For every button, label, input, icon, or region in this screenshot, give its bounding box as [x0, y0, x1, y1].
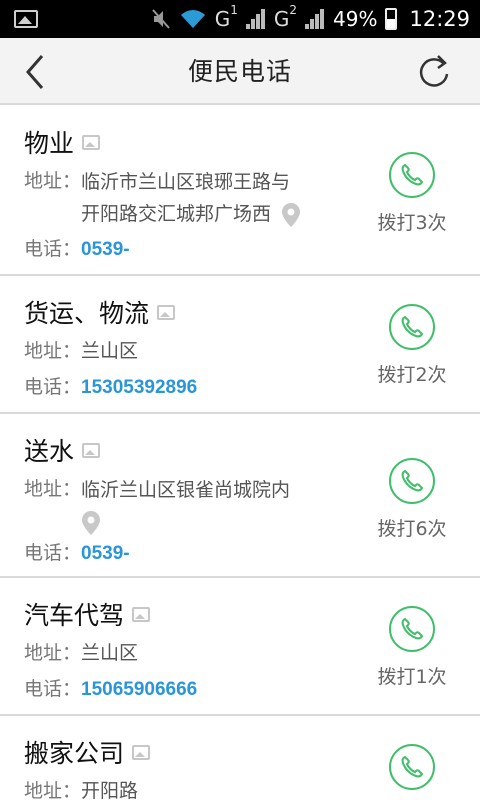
address-value: 临沂兰山区银雀尚城院内: [81, 474, 321, 538]
call-action[interactable]: 拨打6次: [374, 458, 450, 541]
phone-number[interactable]: 0539-: [81, 239, 130, 260]
address-row: 地址：兰山区: [24, 336, 138, 363]
address-label: 地址：: [24, 642, 82, 664]
phone-icon: [401, 755, 424, 778]
call-button[interactable]: [389, 458, 435, 504]
phone-icon: [401, 315, 424, 338]
list-item[interactable]: 物业 地址： 临沂市兰山区琅琊王路与 开阳路交汇城邦广场西 电话：0539- 拨…: [0, 106, 480, 276]
app-header: 便民电话: [0, 38, 480, 105]
address-value: 开阳路: [81, 780, 139, 800]
call-count: 拨打6次: [377, 518, 447, 540]
image-icon: [82, 442, 101, 458]
network-type-1: G1: [214, 3, 238, 31]
phone-row: 电话：15305392896: [24, 372, 197, 399]
battery-icon: [385, 8, 398, 30]
contact-list: 物业 地址： 临沂市兰山区琅琊王路与 开阳路交汇城邦广场西 电话：0539- 拨…: [0, 106, 480, 800]
call-count: 拨打3次: [377, 212, 447, 234]
address-row: 地址： 临沂市兰山区琅琊王路与 开阳路交汇城邦广场西: [24, 166, 321, 230]
call-button[interactable]: [389, 152, 435, 198]
image-icon: [132, 606, 151, 622]
item-title: 物业: [24, 124, 101, 160]
status-bar: G1 G2 49% 12:29: [0, 0, 480, 38]
signal-1-icon: [245, 9, 266, 29]
address-value: 临沂市兰山区琅琊王路与 开阳路交汇城邦广场西: [81, 166, 321, 230]
refresh-button[interactable]: [414, 52, 454, 92]
image-icon: [82, 134, 101, 150]
list-item[interactable]: 搬家公司 地址：开阳路: [0, 716, 480, 800]
phone-row: 电话：0539-: [24, 538, 130, 565]
refresh-icon: [419, 55, 449, 87]
call-action[interactable]: [374, 744, 450, 790]
phone-row: 电话：15065906666: [24, 674, 197, 701]
image-icon: [132, 744, 151, 760]
gallery-notification-icon: [14, 10, 38, 28]
call-action[interactable]: 拨打1次: [374, 606, 450, 689]
address-value: 兰山区: [81, 340, 139, 362]
phone-icon: [401, 163, 424, 186]
network-type-2: G2: [273, 3, 298, 31]
battery-percent: 49%: [333, 7, 378, 31]
image-icon: [157, 304, 176, 320]
call-button[interactable]: [389, 744, 435, 790]
address-row: 地址： 临沂兰山区银雀尚城院内: [24, 474, 321, 538]
page-title: 便民电话: [187, 57, 292, 86]
call-count: 拨打1次: [377, 666, 447, 688]
map-pin-icon[interactable]: [81, 510, 101, 536]
clock: 12:29: [409, 7, 470, 31]
phone-number[interactable]: 15305392896: [81, 377, 197, 398]
status-icons: G1 G2 49% 12:29: [151, 0, 470, 38]
address-label: 地址：: [24, 170, 82, 192]
phone-label: 电话：: [24, 678, 82, 700]
call-count: 拨打2次: [377, 364, 447, 386]
item-title: 货运、物流: [24, 294, 176, 330]
list-item[interactable]: 货运、物流 地址：兰山区 电话：15305392896 拨打2次: [0, 276, 480, 414]
address-label: 地址：: [24, 780, 82, 800]
call-button[interactable]: [389, 304, 435, 350]
address-label: 地址：: [24, 340, 82, 362]
call-action[interactable]: 拨打3次: [374, 152, 450, 235]
phone-number[interactable]: 15065906666: [81, 679, 197, 700]
list-item[interactable]: 送水 地址： 临沂兰山区银雀尚城院内 电话：0539- 拨打6次: [0, 414, 480, 578]
call-button[interactable]: [389, 606, 435, 652]
phone-label: 电话：: [24, 238, 82, 260]
call-action[interactable]: 拨打2次: [374, 304, 450, 387]
wifi-icon: [180, 10, 205, 28]
mute-icon: [151, 9, 170, 29]
list-item[interactable]: 汽车代驾 地址：兰山区 电话：15065906666 拨打1次: [0, 578, 480, 716]
map-pin-icon[interactable]: [281, 202, 301, 228]
phone-row: 电话：0539-: [24, 234, 130, 261]
phone-number[interactable]: 0539-: [81, 543, 130, 564]
phone-label: 电话：: [24, 542, 82, 564]
item-title: 搬家公司: [24, 734, 151, 770]
signal-2-icon: [305, 9, 325, 29]
phone-label: 电话：: [24, 376, 82, 398]
address-label: 地址：: [24, 478, 82, 500]
phone-icon: [401, 469, 424, 492]
phone-icon: [401, 617, 424, 640]
address-row: 地址：兰山区: [24, 638, 138, 665]
item-title: 汽车代驾: [24, 596, 151, 632]
address-value: 兰山区: [81, 642, 139, 664]
address-row: 地址：开阳路: [24, 776, 138, 800]
item-title: 送水: [24, 432, 101, 468]
